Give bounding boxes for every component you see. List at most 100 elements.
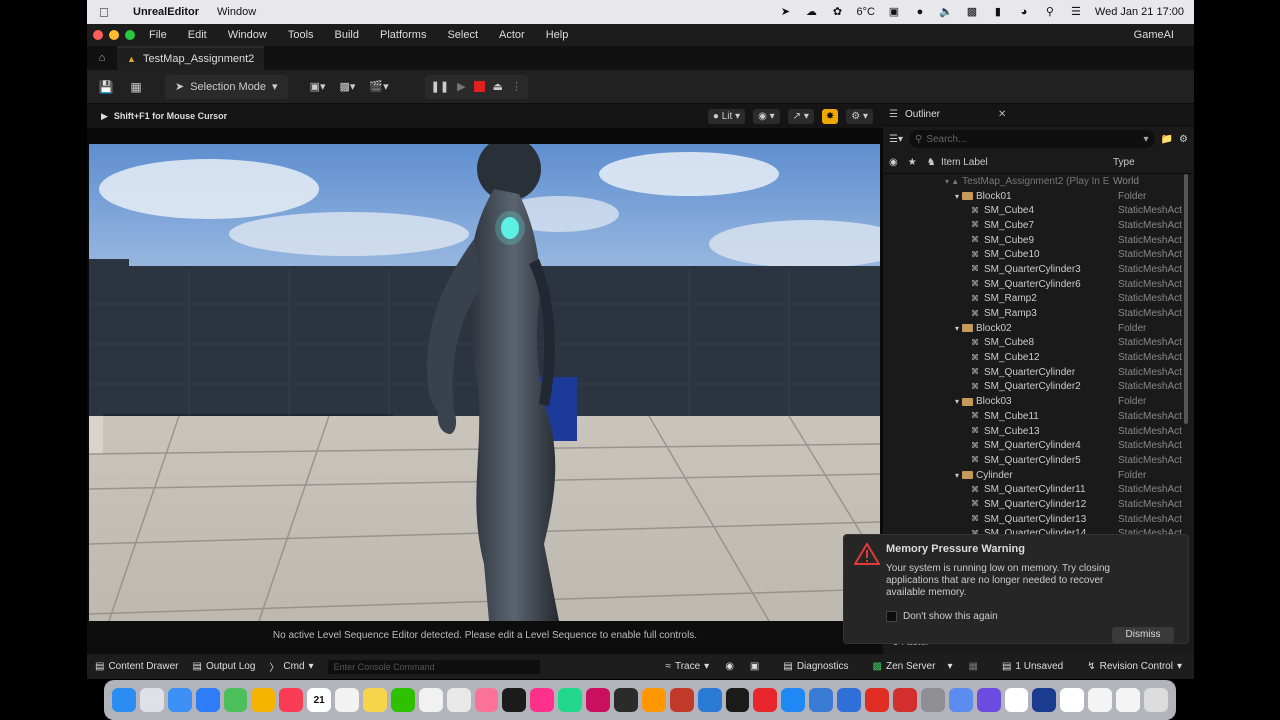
folder-row[interactable]: ▾ Block01 Folder: [883, 189, 1194, 204]
pause-icon[interactable]: ❚❚: [431, 80, 449, 93]
actor-row[interactable]: ⌘ SM_QuarterCylinder4 StaticMeshAct: [883, 438, 1194, 453]
network-icon[interactable]: [1004, 688, 1029, 712]
youdao-icon[interactable]: [753, 688, 778, 712]
actor-row[interactable]: ⌘ SM_QuarterCylinder12 StaticMeshAct: [883, 497, 1194, 512]
actor-row[interactable]: ⌘ SM_Cube12 StaticMeshAct: [883, 350, 1194, 365]
finder-icon[interactable]: [112, 688, 136, 712]
record-icon[interactable]: ◉: [725, 661, 734, 672]
folder-row[interactable]: ▾ Block03 Folder: [883, 394, 1194, 409]
zen-server-dropdown[interactable]: ▩ Zen Server ▾: [873, 661, 953, 672]
menu-tools[interactable]: Tools: [288, 29, 314, 41]
app-menu[interactable]: UnrealEditor: [133, 6, 199, 18]
calendar-icon[interactable]: 21: [307, 688, 332, 712]
cloud-app-icon[interactable]: ☁: [804, 6, 818, 18]
actor-row[interactable]: ⌘ SM_Cube11 StaticMeshAct: [883, 409, 1194, 424]
compass-icon[interactable]: [809, 688, 834, 712]
quicktime-icon[interactable]: [1032, 688, 1057, 712]
rocket-icon[interactable]: ➤: [778, 6, 792, 18]
content-drawer-button[interactable]: ▤ Content Drawer: [95, 661, 178, 672]
actor-row[interactable]: ⌘ SM_Cube8 StaticMeshAct: [883, 336, 1194, 351]
menu-actor[interactable]: Actor: [499, 29, 525, 41]
actor-row[interactable]: ⌘ SM_QuarterCylinder StaticMeshAct: [883, 365, 1194, 380]
netease-icon[interactable]: [865, 688, 889, 712]
intellij-icon[interactable]: [530, 688, 555, 712]
expand-arrow-icon[interactable]: ▾: [955, 324, 959, 333]
actor-row[interactable]: ⌘ SM_QuarterCylinder6 StaticMeshAct: [883, 277, 1194, 292]
more-options-icon[interactable]: ⋮: [511, 80, 522, 93]
vscode-icon[interactable]: [697, 688, 722, 712]
launchpad-icon[interactable]: [139, 688, 164, 712]
revision-control-dropdown[interactable]: ↯ Revision Control ▾: [1087, 661, 1182, 672]
chevron-down-icon[interactable]: ▾: [1144, 134, 1149, 145]
home-icon[interactable]: ⌂: [87, 52, 117, 64]
close-icon[interactable]: ✕: [998, 109, 1006, 120]
cmd-dropdown[interactable]: 〉 Cmd ▾: [269, 659, 313, 674]
trash-icon[interactable]: [1143, 688, 1168, 712]
unreal-icon[interactable]: [1060, 688, 1085, 712]
show-flags-eye-icon[interactable]: ◉ ▾: [753, 108, 780, 124]
dont-show-again-checkbox[interactable]: Don't show this again: [886, 611, 998, 622]
star-icon[interactable]: ★: [908, 157, 917, 168]
actor-row[interactable]: ⌘ SM_Cube13 StaticMeshAct: [883, 424, 1194, 439]
menu-edit[interactable]: Edit: [188, 29, 207, 41]
notes-icon[interactable]: [363, 688, 387, 712]
expand-arrow-icon[interactable]: ▾: [955, 397, 959, 406]
chrome-icon[interactable]: [446, 688, 471, 712]
youdao-menu-icon[interactable]: ▣: [887, 6, 901, 18]
photos-icon[interactable]: [251, 688, 276, 712]
view-mode-dropdown[interactable]: ● Lit ▾: [707, 108, 746, 124]
music-icon[interactable]: [279, 688, 304, 712]
cinematics-icon[interactable]: 🎬▾: [369, 80, 388, 93]
viewport-settings-gear-icon[interactable]: ⚙ ▾: [846, 108, 873, 124]
terminal-icon[interactable]: [614, 688, 638, 712]
actor-row[interactable]: ⌘ SM_Cube10 StaticMeshAct: [883, 247, 1194, 262]
control-center-icon[interactable]: ☰: [1069, 6, 1083, 18]
zoom-window-button[interactable]: [125, 30, 135, 40]
document-icon[interactable]: [1088, 688, 1113, 712]
preview-icon[interactable]: [948, 688, 973, 712]
skip-frame-icon[interactable]: ▶: [457, 80, 465, 93]
app-menu-icon[interactable]: ▩: [965, 6, 979, 18]
menu-select[interactable]: Select: [447, 29, 478, 41]
add-actor-icon[interactable]: ▣▾: [310, 80, 326, 93]
folder-row[interactable]: ▾ Block02 Folder: [883, 321, 1194, 336]
tab-level[interactable]: ▲ TestMap_Assignment2: [117, 46, 265, 70]
clock[interactable]: Wed Jan 21 17:00: [1095, 6, 1184, 18]
folder-row[interactable]: ▾ Cylinder Folder: [883, 468, 1194, 483]
pycharm-icon[interactable]: [502, 688, 527, 712]
actor-row[interactable]: ⌘ SM_QuarterCylinder2 StaticMeshAct: [883, 380, 1194, 395]
trace-dropdown[interactable]: ≈ Trace ▾: [665, 661, 709, 672]
stop-icon[interactable]: [473, 81, 485, 92]
dismiss-button[interactable]: Dismiss: [1112, 627, 1174, 643]
safari-icon[interactable]: [195, 688, 220, 712]
bilibili-icon[interactable]: [474, 688, 499, 712]
drive-icon[interactable]: [418, 688, 443, 712]
minimize-window-button[interactable]: [109, 30, 119, 40]
proxy-icon[interactable]: [976, 688, 1001, 712]
snap-toggle-icon[interactable]: ✸: [821, 108, 839, 124]
expand-arrow-icon[interactable]: ▾: [955, 471, 959, 480]
menu-window[interactable]: Window: [228, 29, 267, 41]
layout-icon[interactable]: ▦: [968, 661, 977, 672]
clion-icon[interactable]: [558, 688, 583, 712]
column-item-label[interactable]: Item Label: [941, 157, 1113, 168]
transform-tools-icon[interactable]: ↗ ▾: [787, 108, 814, 124]
appstore-icon[interactable]: [781, 688, 806, 712]
selection-mode-dropdown[interactable]: ➤ Selection Mode ▾: [165, 74, 288, 99]
blueprint-icon[interactable]: ▩▾: [340, 80, 356, 93]
git-icon[interactable]: [669, 688, 694, 712]
output-log-button[interactable]: ▤ Output Log: [192, 661, 255, 672]
pdf-icon[interactable]: [892, 688, 917, 712]
eject-icon[interactable]: ⏏: [493, 80, 503, 93]
console-input[interactable]: Enter Console Command: [327, 659, 540, 674]
wechat-icon[interactable]: [390, 688, 415, 712]
keynote-icon[interactable]: [837, 688, 862, 712]
outliner-scrollbar[interactable]: [1184, 174, 1188, 424]
apple-icon[interactable]: : [99, 5, 117, 20]
menu-platforms[interactable]: Platforms: [380, 29, 426, 41]
wifi-icon[interactable]: ◕: [1017, 6, 1031, 18]
pin-icon[interactable]: ♞: [927, 157, 936, 168]
dictionary-icon[interactable]: [725, 688, 750, 712]
actor-row[interactable]: ⌘ SM_Cube7 StaticMeshAct: [883, 218, 1194, 233]
sublime-icon[interactable]: [641, 688, 666, 712]
